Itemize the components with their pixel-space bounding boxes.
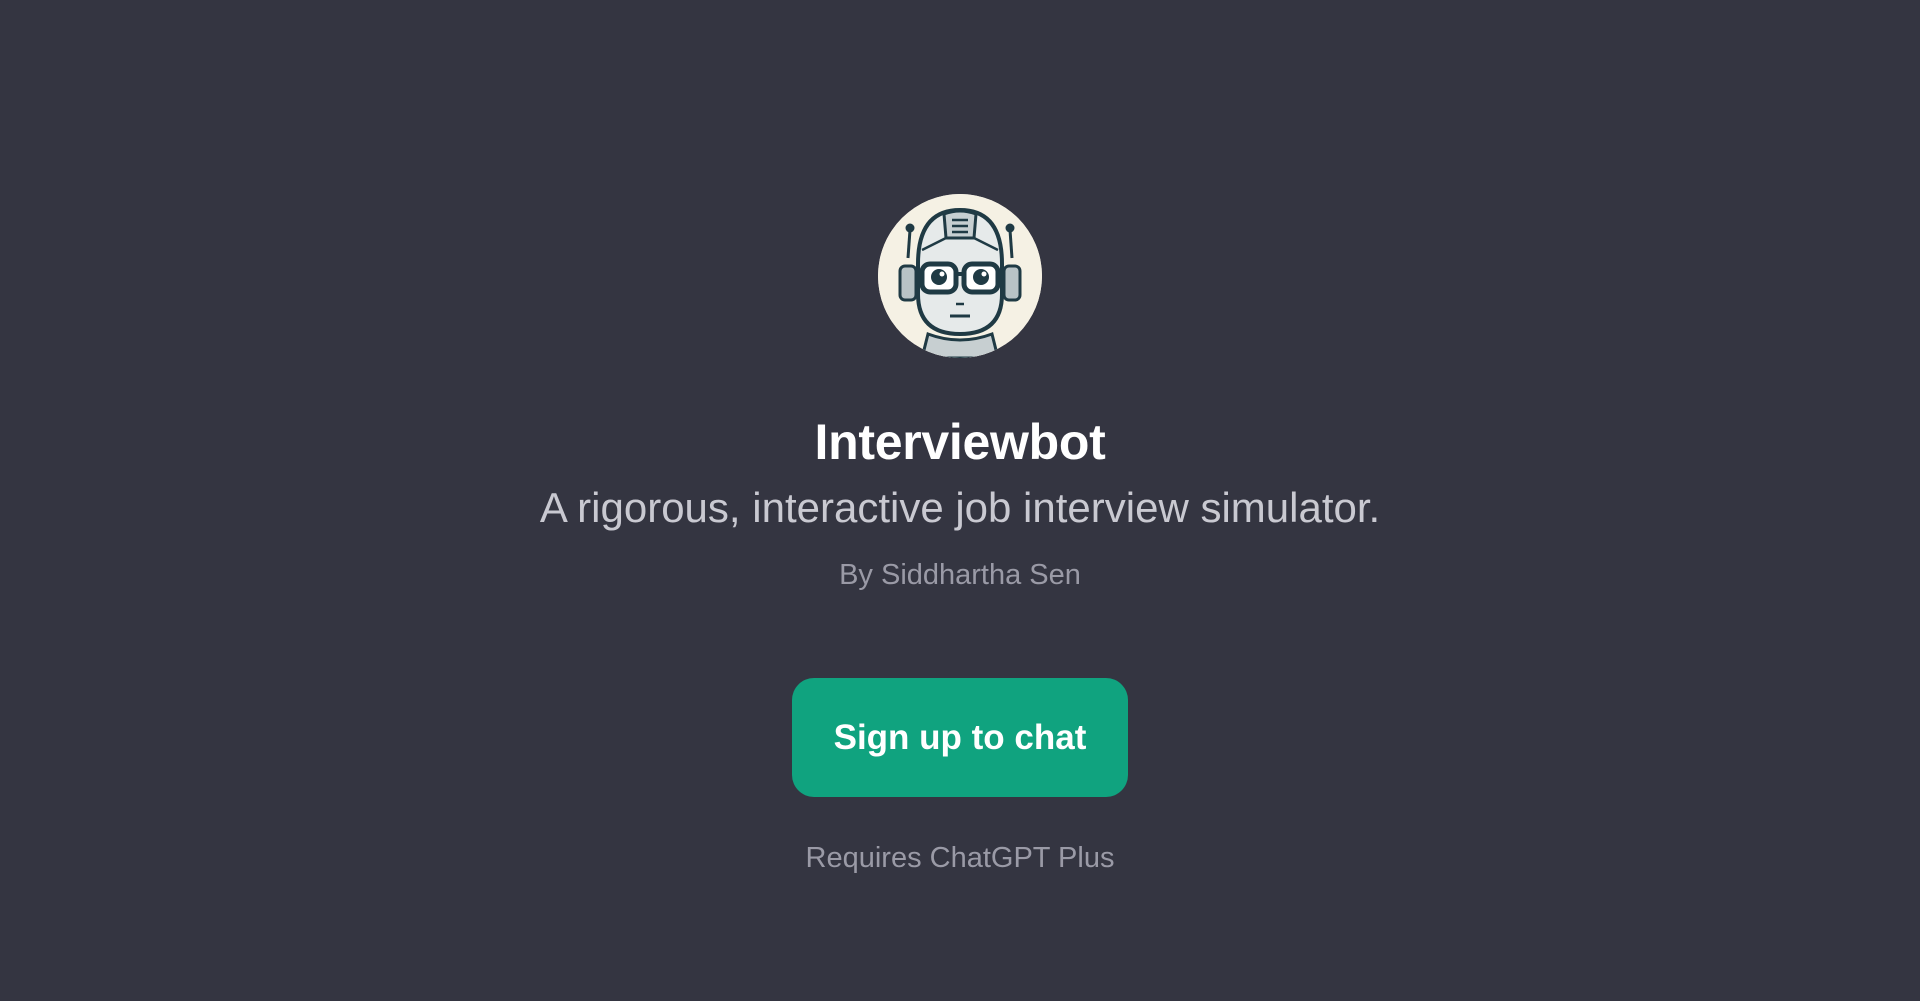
plan-requirement-note: Requires ChatGPT Plus [805,842,1115,874]
gpt-description: A rigorous, interactive job interview si… [539,484,1381,531]
sign-up-to-chat-button[interactable]: Sign up to chat [792,678,1128,797]
robot-with-glasses-icon [878,194,1042,358]
gpt-name: Interviewbot [814,414,1106,470]
gpt-author: By Siddhartha Sen [839,559,1081,591]
gpt-avatar [878,194,1042,358]
gpt-landing-page: Interviewbot A rigorous, interactive job… [0,0,1920,1001]
